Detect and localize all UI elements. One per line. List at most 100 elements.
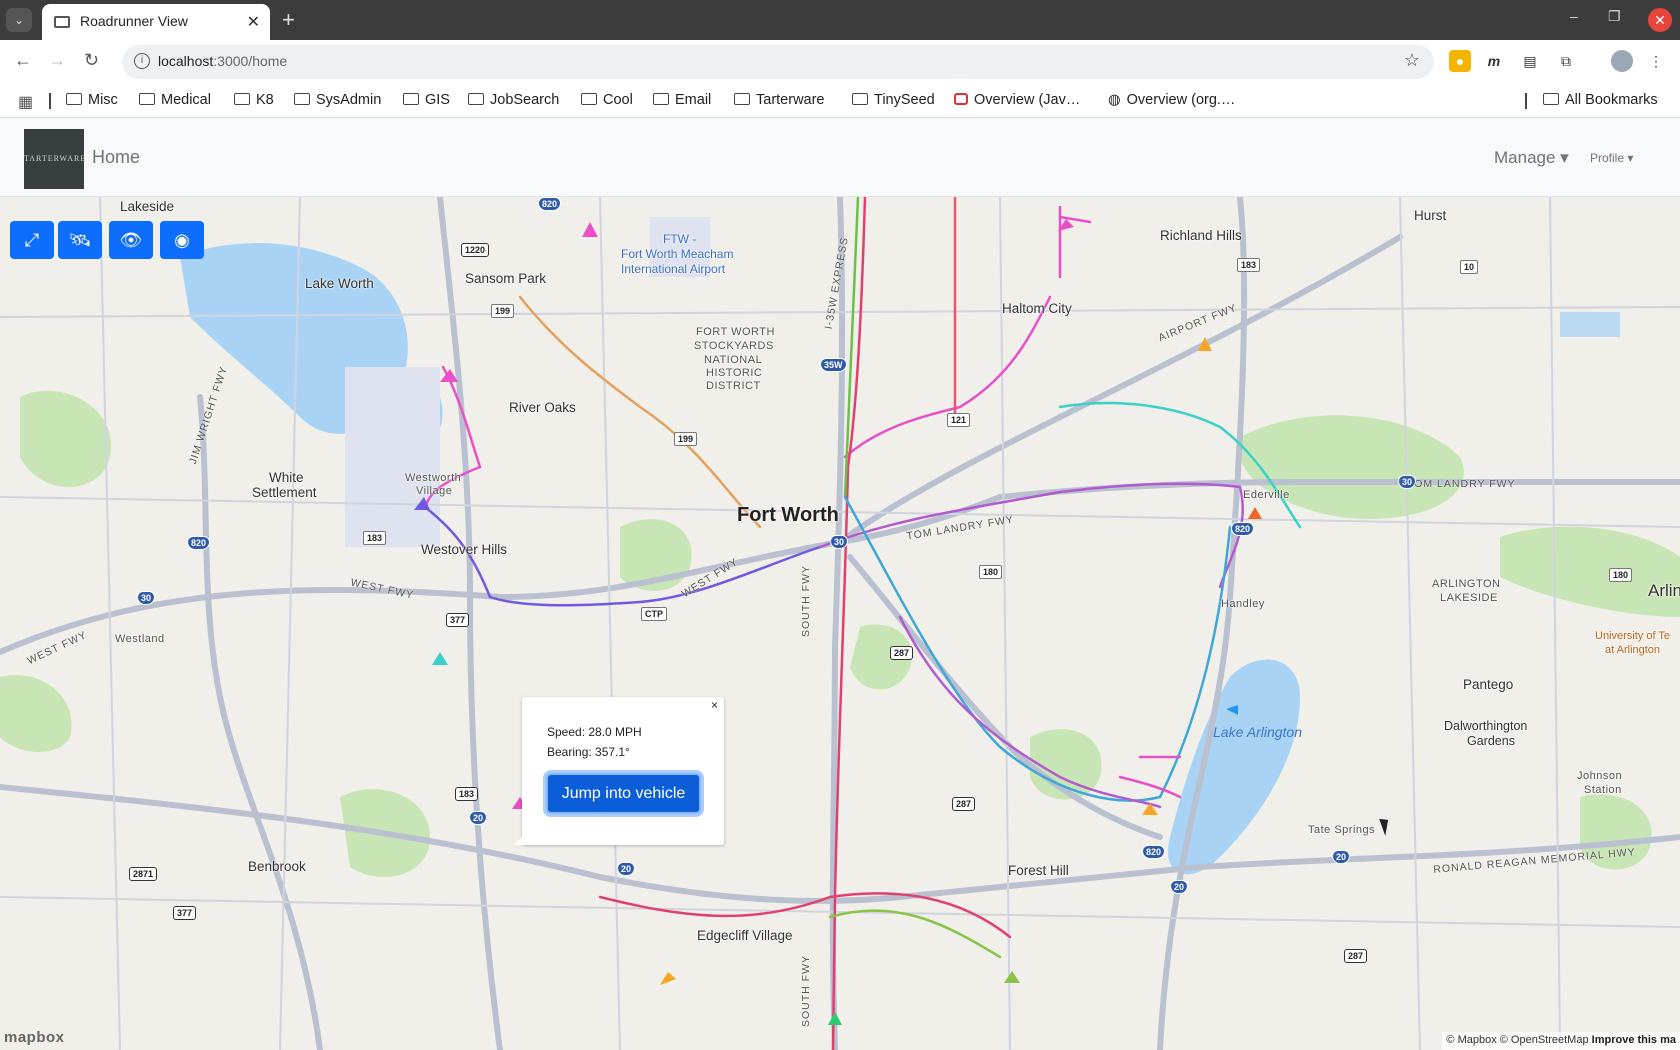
popup-tip (514, 835, 524, 845)
map-label-stockyards2: STOCKYARDS (694, 340, 774, 352)
route-2871-shield: 2871 (129, 867, 158, 881)
bookmark-folder-gis[interactable]: GIS (403, 92, 450, 108)
satellite-toggle-button[interactable]: 🛰 (58, 221, 102, 259)
map-label-edgecliff-village: Edgecliff Village (697, 928, 793, 943)
tab-search-button[interactable]: ⌄ (6, 8, 32, 32)
map-label-lake-arlington: Lake Arlington (1213, 724, 1302, 740)
map-label-dalworthington2: Gardens (1467, 734, 1515, 748)
bookmark-folder-sysadmin[interactable]: SysAdmin (294, 92, 381, 108)
popup-speed-text: Speed: 28.0 MPH (547, 725, 642, 739)
map-label-lake-worth: Lake Worth (305, 276, 374, 291)
address-bar[interactable]: i localhost:3000/home ☆ (122, 45, 1434, 79)
popup-close-button[interactable]: × (711, 698, 718, 712)
tarterware-logo[interactable]: TARTERWARE (24, 129, 85, 189)
profile-dropdown[interactable]: Profile ▾ (1590, 151, 1633, 165)
mapbox-logo[interactable]: mapbox (4, 1029, 65, 1046)
manage-dropdown[interactable]: Manage ▾ (1494, 148, 1569, 168)
map-label-white-settlement: White (269, 470, 304, 485)
map-label-haltom-city: Haltom City (1002, 301, 1072, 316)
folder-icon (1543, 93, 1559, 105)
map-label-stockyards3: NATIONAL (704, 354, 763, 366)
map-label-ut-arlington: University of Te (1595, 630, 1670, 642)
map-canvas[interactable]: Fort Worth Lakeside Lake Worth Sansom Pa… (0, 197, 1680, 1050)
extension-doc-icon[interactable]: ▤ (1519, 50, 1541, 72)
folder-icon (66, 93, 82, 105)
folder-icon (403, 93, 419, 105)
map-label-stockyards5: DISTRICT (706, 380, 761, 392)
map-label-airport-name: Fort Worth Meacham (621, 247, 734, 261)
folder-icon (581, 93, 597, 105)
interstate-20-shield: 20 (1170, 880, 1189, 894)
interstate-20-shield: 20 (617, 862, 636, 876)
jump-into-vehicle-button[interactable]: Jump into vehicle (546, 773, 701, 814)
browser-menu-icon[interactable]: ⋮ (1645, 50, 1667, 72)
folder-icon (653, 93, 669, 105)
improve-map-link[interactable]: Improve this ma (1592, 1034, 1676, 1046)
attribution-text[interactable]: © Mapbox © OpenStreetMap (1446, 1034, 1588, 1046)
folder-icon (852, 93, 868, 105)
map-label-ut-arlington2: at Arlington (1605, 644, 1661, 656)
url-text[interactable]: localhost:3000/home (158, 53, 287, 69)
interstate-820-shield: 820 (1142, 845, 1166, 859)
profile-avatar-icon[interactable] (1611, 50, 1633, 72)
bookmark-folder-medical[interactable]: Medical (139, 92, 211, 108)
bus-287-shield: 287 (952, 797, 976, 811)
map-label-dalworthington: Dalworthington (1444, 719, 1528, 733)
route-199-shield: 199 (491, 304, 515, 318)
tab-favicon-icon (54, 16, 70, 28)
route-180-shield: 180 (1609, 568, 1633, 582)
extension-m-icon[interactable]: m (1483, 50, 1505, 72)
map-base-layer (0, 197, 1680, 1050)
bookmark-folder-cool[interactable]: Cool (581, 92, 633, 108)
bookmark-folder-jobsearch[interactable]: JobSearch (468, 92, 559, 108)
interstate-820-shield: 820 (538, 197, 562, 211)
forward-arrow-icon[interactable]: → (48, 50, 66, 71)
bookmark-star-icon[interactable]: ☆ (1404, 50, 1420, 71)
map-label-handley: Handley (1221, 598, 1265, 610)
map-label-westover-hills: Westover Hills (421, 542, 508, 557)
map-label-lakeside: Lakeside (120, 199, 175, 214)
new-tab-button[interactable]: + (282, 7, 295, 33)
map-label-arlington-lakeside2: LAKESIDE (1440, 592, 1498, 604)
site-info-icon[interactable]: i (134, 53, 150, 69)
interstate-30-shield: 30 (137, 591, 156, 605)
map-label-stockyards4: HISTORIC (706, 367, 763, 379)
restore-button[interactable]: ❐ (1608, 8, 1621, 25)
bus-287-shield: 287 (890, 646, 914, 660)
extensions-puzzle-icon[interactable]: ⧉ (1555, 50, 1577, 72)
map-label-sansom-park: Sansom Park (465, 271, 547, 286)
map-label-fort-worth: Fort Worth (737, 504, 839, 526)
tab-close-icon[interactable]: ✕ (247, 12, 260, 32)
bookmark-folder-tinyseed[interactable]: TinySeed (852, 92, 935, 108)
map-label-arlington: Arlin (1648, 581, 1680, 600)
bookmark-folder-k8[interactable]: K8 (234, 92, 274, 108)
map-label-richland-hills: Richland Hills (1160, 228, 1242, 243)
bookmark-overview-org[interactable]: ◍ Overview (org.… (1108, 92, 1235, 108)
fullscreen-button[interactable]: ⤢ (10, 221, 54, 259)
eye-icon: 👁 (119, 230, 143, 250)
minimize-button[interactable]: – (1570, 8, 1578, 24)
bookmark-overview-java[interactable]: Overview (Jav… (954, 92, 1080, 108)
folder-icon (468, 93, 484, 105)
bookmark-folder-misc[interactable]: Misc (66, 92, 118, 108)
browser-toolbar: ← → ↻ i localhost:3000/home ☆ ● m ▤ ⧉ ⋮ (0, 40, 1680, 84)
bookmark-folder-email[interactable]: Email (653, 92, 711, 108)
apps-grid-icon[interactable]: ▦ (18, 92, 33, 112)
reload-icon[interactable]: ↻ (84, 50, 99, 71)
browser-tab[interactable]: Roadrunner View ✕ (42, 4, 270, 40)
back-arrow-icon[interactable]: ← (14, 50, 32, 71)
app-navbar: TARTERWARE Home Manage ▾ Profile ▾ (0, 118, 1680, 197)
all-bookmarks-folder[interactable]: All Bookmarks (1543, 92, 1658, 108)
vehicle-popup: × Speed: 28.0 MPH Bearing: 357.1° Jump i… (514, 697, 724, 845)
extension-icon[interactable]: ● (1449, 50, 1471, 72)
map-road-south-fwy-1: SOUTH FWY (800, 565, 812, 637)
map-label-westland: Westland (115, 633, 165, 645)
nav-home-link[interactable]: Home (92, 147, 140, 168)
window-close-button[interactable]: ✕ (1648, 8, 1672, 32)
show-vehicles-button[interactable]: 👁 (109, 221, 153, 259)
fullscreen-icon: ⤢ (24, 230, 40, 250)
popup-bearing-text: Bearing: 357.1° (547, 745, 630, 759)
us-287-shield: 287 (1344, 949, 1368, 963)
bookmark-folder-tarterware[interactable]: Tarterware (734, 92, 825, 108)
hide-vehicles-button[interactable]: ◉ (160, 221, 204, 259)
